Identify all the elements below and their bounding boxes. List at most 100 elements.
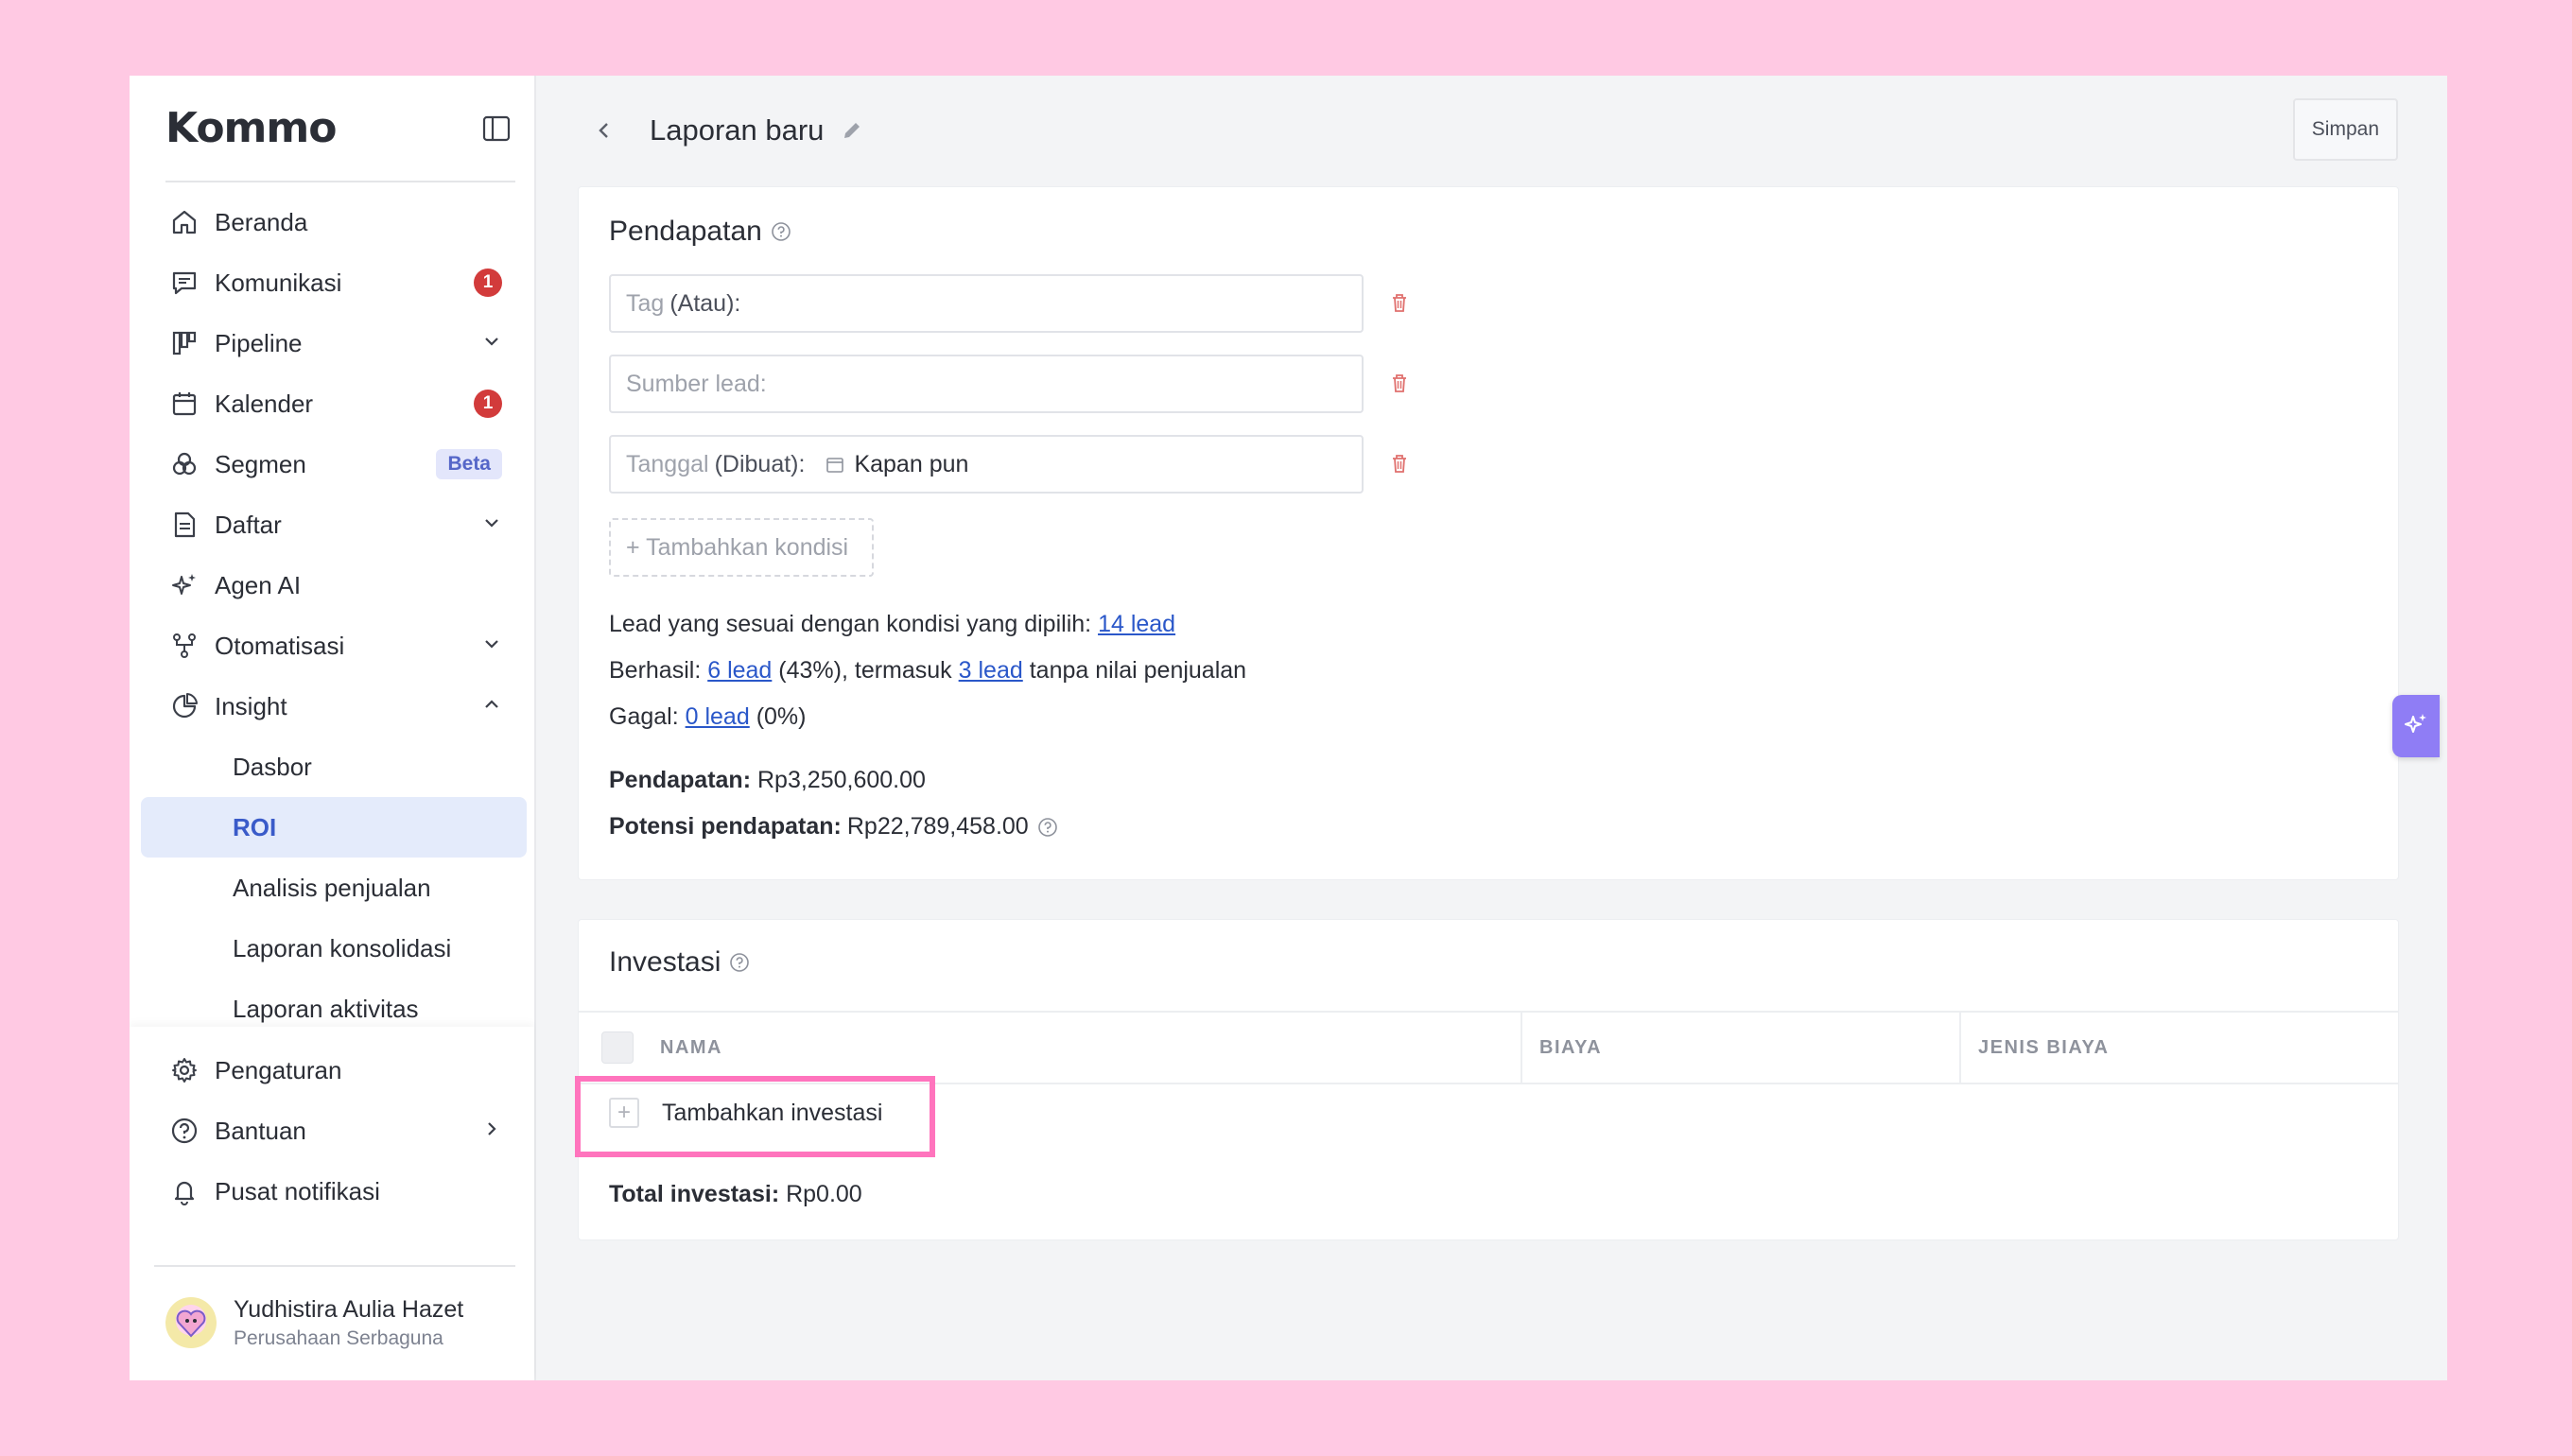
pencil-icon[interactable] <box>839 117 865 144</box>
beta-badge: Beta <box>436 449 502 479</box>
sidebar-item-agen-ai[interactable]: Agen AI <box>141 555 527 615</box>
avatar <box>165 1297 217 1348</box>
total-investment-value: Rp0.00 <box>786 1181 862 1207</box>
investment-table-header: NAMA BIAYA JENIS BIAYA <box>579 1011 2398 1084</box>
user-company: Perusahaan Serbaguna <box>234 1326 443 1349</box>
user-name: Yudhistira Aulia Hazet <box>234 1295 464 1323</box>
date-filter-operator: (Dibuat): <box>714 450 806 477</box>
revenue-title-text: Pendapatan <box>609 216 762 247</box>
revenue-total-line: Pendapatan: Rp3,250,600.00 <box>609 767 926 794</box>
investment-card: Investasi NAMA BIAYA JENIS BIAYA + Tamba… <box>578 919 2399 1240</box>
success-leads-line: Berhasil: 6 lead (43%), termasuk 3 lead … <box>609 657 1246 685</box>
kommo-logo[interactable]: Kommo <box>165 104 337 152</box>
help-icon[interactable] <box>770 220 792 243</box>
back-arrow-icon[interactable] <box>585 112 623 149</box>
potential-revenue-line: Potensi pendapatan: Rp22,789,458.00 <box>609 813 1059 841</box>
help-circle-icon <box>167 1114 201 1148</box>
sidebar-item-komunikasi[interactable]: Komunikasi 1 <box>141 252 527 313</box>
sidebar-subitem-laporan-konsolidasi[interactable]: Laporan konsolidasi <box>141 918 527 979</box>
matching-leads-line: Lead yang sesuai dengan kondisi yang dip… <box>609 611 1175 638</box>
matching-leads-link[interactable]: 14 lead <box>1098 611 1175 637</box>
revenue-value: Rp3,250,600.00 <box>756 767 926 793</box>
chevron-up-icon[interactable] <box>481 692 502 721</box>
sidebar-subitem-roi[interactable]: ROI <box>141 797 527 858</box>
failed-leads-line: Gagal: 0 lead (0%) <box>609 703 807 731</box>
help-icon[interactable] <box>1036 816 1059 839</box>
ai-assistant-button[interactable] <box>2392 695 2440 757</box>
select-all-checkbox[interactable] <box>601 1031 634 1064</box>
total-investment-line: Total investasi: Rp0.00 <box>609 1181 862 1208</box>
sparkle-icon <box>2402 710 2430 743</box>
date-filter[interactable]: Tanggal (Dibuat): Kapan pun <box>609 435 1364 494</box>
gear-icon <box>167 1053 201 1087</box>
sidebar-item-kalender[interactable]: Kalender 1 <box>141 373 527 434</box>
column-header-biaya[interactable]: BIAYA <box>1522 1013 1961 1083</box>
add-condition-button[interactable]: + Tambahkan kondisi <box>609 518 874 577</box>
page-title: Laporan baru <box>650 113 825 147</box>
main-content: Laporan baru Simpan Pendapatan Tag (Atau… <box>536 76 2447 1380</box>
pie-chart-icon <box>167 689 201 723</box>
user-profile[interactable]: Yudhistira Aulia Hazet Perusahaan Serbag… <box>154 1265 515 1378</box>
tag-filter-label: Tag <box>626 289 665 317</box>
sidebar-item-pipeline[interactable]: Pipeline <box>141 313 527 373</box>
sidebar-item-pusat-notifikasi[interactable]: Pusat notifikasi <box>141 1161 527 1222</box>
sidebar-item-label: Bantuan <box>215 1116 306 1145</box>
success-leads-link[interactable]: 6 lead <box>707 657 772 684</box>
failed-label: Gagal: <box>609 703 679 730</box>
delete-source-filter-icon[interactable] <box>1386 370 1413 396</box>
sidebar-item-bantuan[interactable]: Bantuan <box>141 1101 527 1161</box>
success-suffix-text: tanpa nilai penjualan <box>1029 657 1247 684</box>
source-filter[interactable]: Sumber lead: <box>609 355 1364 413</box>
topbar: Laporan baru Simpan <box>536 76 2447 184</box>
sidebar-item-daftar[interactable]: Daftar <box>141 494 527 555</box>
delete-tag-filter-icon[interactable] <box>1386 289 1413 316</box>
sidebar-toggle-icon[interactable] <box>478 110 515 147</box>
sidebar-subitem-dasbor[interactable]: Dasbor <box>141 737 527 797</box>
source-filter-label: Sumber lead: <box>626 370 767 397</box>
help-icon[interactable] <box>728 951 751 974</box>
potential-value: Rp22,789,458.00 <box>846 813 1029 840</box>
sidebar-item-label: Otomatisasi <box>215 631 345 660</box>
sidebar-item-otomatisasi[interactable]: Otomatisasi <box>141 615 527 676</box>
failed-leads-link[interactable]: 0 lead <box>686 703 750 730</box>
sidebar-item-label: Pusat notifikasi <box>215 1176 380 1205</box>
add-investment-label: Tambahkan investasi <box>662 1099 883 1126</box>
revenue-label: Pendapatan: <box>609 767 752 793</box>
date-filter-label: Tanggal <box>626 450 709 477</box>
tag-filter-operator: (Atau): <box>669 289 741 317</box>
save-button[interactable]: Simpan <box>2292 98 2398 161</box>
list-document-icon <box>167 508 201 542</box>
bell-icon <box>167 1174 201 1208</box>
success-mid-text: (43%), termasuk <box>778 657 952 684</box>
sidebar-item-label: Kalender <box>215 389 314 418</box>
segments-icon <box>167 447 201 481</box>
sidebar-header: Kommo <box>165 76 515 182</box>
chevron-down-icon[interactable] <box>481 511 502 540</box>
sidebar-item-label: Pengaturan <box>215 1055 342 1084</box>
sidebar-item-label: Insight <box>215 691 287 720</box>
delete-date-filter-icon[interactable] <box>1386 450 1413 477</box>
sidebar-item-label: Beranda <box>215 207 308 236</box>
sidebar-item-label: Agen AI <box>215 570 302 599</box>
sidebar-item-segmen[interactable]: Segmen Beta <box>141 434 527 494</box>
column-header-nama[interactable]: NAMA <box>660 1013 1522 1083</box>
add-investment-button[interactable]: + Tambahkan investasi <box>609 1098 882 1128</box>
sidebar-item-insight[interactable]: Insight <box>141 676 527 737</box>
matching-leads-text: Lead yang sesuai dengan kondisi yang dip… <box>609 611 1092 637</box>
home-icon <box>167 205 201 239</box>
sidebar-item-pengaturan[interactable]: Pengaturan <box>141 1040 527 1101</box>
chevron-down-icon[interactable] <box>481 632 502 661</box>
sidebar-item-beranda[interactable]: Beranda <box>141 192 527 252</box>
investment-title-text: Investasi <box>609 946 721 978</box>
chat-icon <box>167 266 201 300</box>
revenue-title: Pendapatan <box>609 216 792 248</box>
tag-filter[interactable]: Tag (Atau): <box>609 274 1364 333</box>
no-value-leads-link[interactable]: 3 lead <box>959 657 1023 684</box>
notification-badge: 1 <box>474 390 502 418</box>
sidebar: Kommo Beranda Komunikasi 1 Pipeline Kale… <box>130 76 536 1380</box>
column-header-jenis-biaya[interactable]: JENIS BIAYA <box>1961 1013 2109 1083</box>
chevron-down-icon[interactable] <box>481 329 502 358</box>
sidebar-subitem-analisis-penjualan[interactable]: Analisis penjualan <box>141 858 527 918</box>
notification-badge: 1 <box>474 269 502 297</box>
chevron-right-icon[interactable] <box>481 1117 502 1146</box>
